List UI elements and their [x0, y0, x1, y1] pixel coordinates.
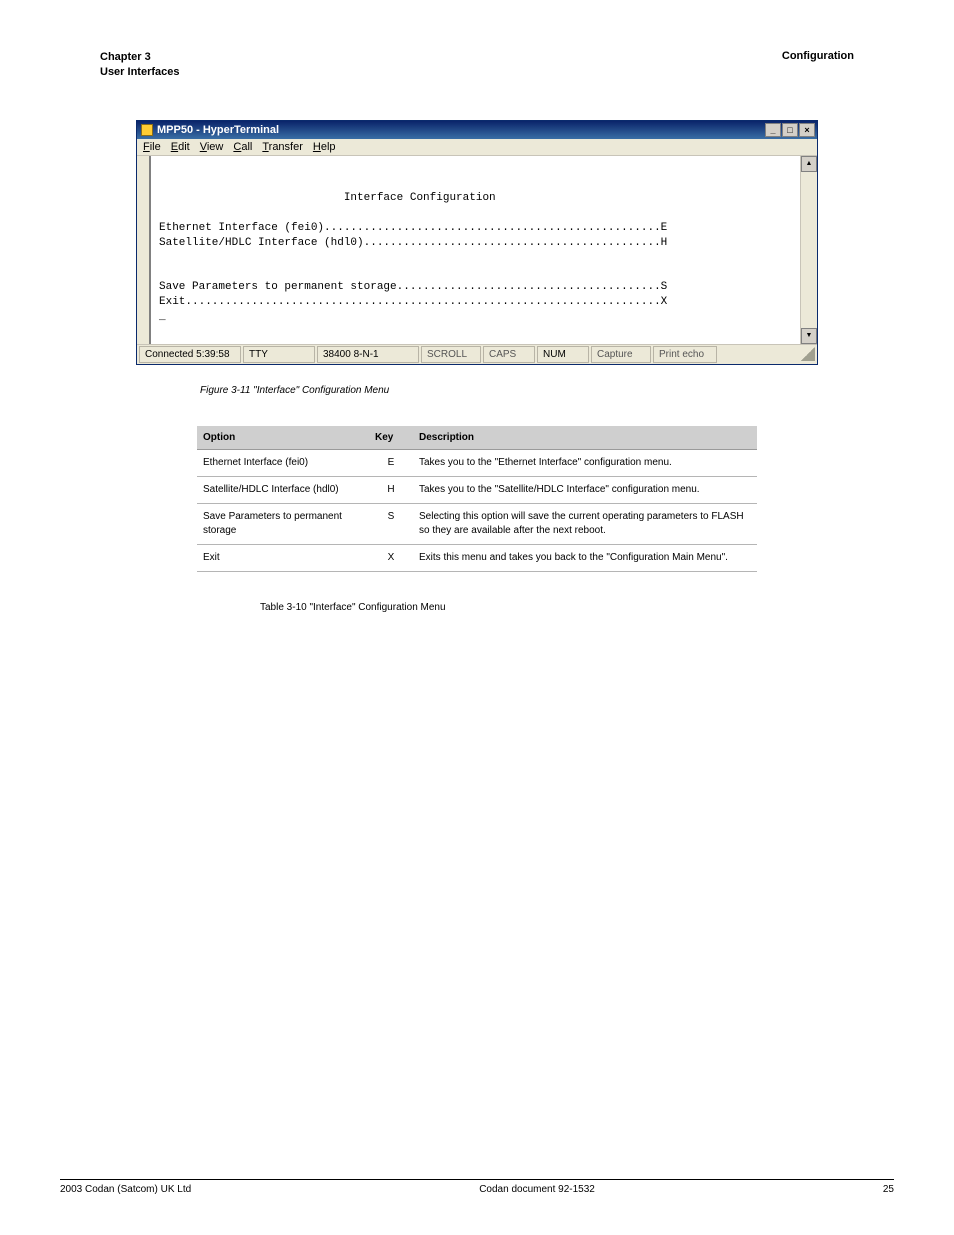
status-settings: 38400 8-N-1 [317, 346, 419, 363]
menu-file[interactable]: File [143, 141, 161, 153]
cell-key: X [369, 544, 413, 571]
chapter-line1: Chapter 3 [100, 51, 151, 63]
titlebar[interactable]: MPP50 - HyperTerminal _ □ × [137, 121, 817, 139]
window-title: MPP50 - HyperTerminal [157, 124, 279, 136]
hyperterminal-icon [141, 124, 153, 136]
menu-edit[interactable]: Edit [171, 141, 190, 153]
terminal-left-gutter [137, 156, 151, 344]
scroll-down-button[interactable]: ▼ [801, 328, 817, 344]
menu-view[interactable]: View [200, 141, 224, 153]
status-num: NUM [537, 346, 589, 363]
cell-description: Takes you to the "Ethernet Interface" co… [413, 449, 757, 476]
cell-option: Satellite/HDLC Interface (hdl0) [197, 476, 369, 503]
close-button[interactable]: × [799, 123, 815, 137]
section-title: Configuration [782, 50, 854, 62]
menu-help[interactable]: Help [313, 141, 336, 153]
cell-option: Save Parameters to permanent storage [197, 503, 369, 544]
menu-file-rest: ile [150, 141, 161, 153]
status-printecho: Print echo [653, 346, 717, 363]
table-row: Save Parameters to permanent storage S S… [197, 503, 757, 544]
terminal-output[interactable]: Interface Configuration Ethernet Interfa… [151, 156, 800, 344]
table-row: Satellite/HDLC Interface (hdl0) H Takes … [197, 476, 757, 503]
menubar: File Edit View Call Transfer Help [137, 139, 817, 156]
cell-option: Exit [197, 544, 369, 571]
menu-transfer[interactable]: Transfer [262, 141, 303, 153]
th-description: Description [413, 426, 757, 450]
footer-docid: Codan document 92-1532 [479, 1184, 595, 1195]
table-caption: Table 3-10 "Interface" Configuration Men… [260, 602, 894, 613]
footer-pagenum: 25 [883, 1184, 894, 1195]
chapter-title: Chapter 3 User Interfaces [100, 50, 180, 80]
page-footer: 2003 Codan (Satcom) UK Ltd Codan documen… [60, 1179, 894, 1195]
th-option: Option [197, 426, 369, 450]
statusbar: Connected 5:39:58 TTY 38400 8-N-1 SCROLL… [137, 344, 817, 364]
cell-option: Ethernet Interface (fei0) [197, 449, 369, 476]
cell-key: H [369, 476, 413, 503]
hyperterminal-window: MPP50 - HyperTerminal _ □ × File Edit Vi… [136, 120, 818, 365]
scrollbar[interactable]: ▲ ▼ [800, 156, 817, 344]
cell-key: S [369, 503, 413, 544]
status-capture: Capture [591, 346, 651, 363]
cell-description: Exits this menu and takes you back to th… [413, 544, 757, 571]
status-scroll: SCROLL [421, 346, 481, 363]
cell-description: Selecting this option will save the curr… [413, 503, 757, 544]
resize-grip-icon[interactable] [801, 347, 815, 361]
page-header: Chapter 3 User Interfaces Configuration [100, 50, 854, 80]
status-caps: CAPS [483, 346, 535, 363]
scroll-up-button[interactable]: ▲ [801, 156, 817, 172]
table-row: Exit X Exits this menu and takes you bac… [197, 544, 757, 571]
cell-description: Takes you to the "Satellite/HDLC Interfa… [413, 476, 757, 503]
options-table: Option Key Description Ethernet Interfac… [197, 426, 757, 572]
th-key: Key [369, 426, 413, 450]
chapter-line2: User Interfaces [100, 66, 180, 78]
minimize-button[interactable]: _ [765, 123, 781, 137]
menu-call[interactable]: Call [233, 141, 252, 153]
cell-key: E [369, 449, 413, 476]
window-controls: _ □ × [765, 123, 815, 137]
table-header-row: Option Key Description [197, 426, 757, 450]
maximize-button[interactable]: □ [782, 123, 798, 137]
status-connected: Connected 5:39:58 [139, 346, 241, 363]
figure-caption: Figure 3-11 "Interface" Configuration Me… [200, 385, 894, 396]
footer-copyright: 2003 Codan (Satcom) UK Ltd [60, 1184, 191, 1195]
status-device: TTY [243, 346, 315, 363]
table-row: Ethernet Interface (fei0) E Takes you to… [197, 449, 757, 476]
